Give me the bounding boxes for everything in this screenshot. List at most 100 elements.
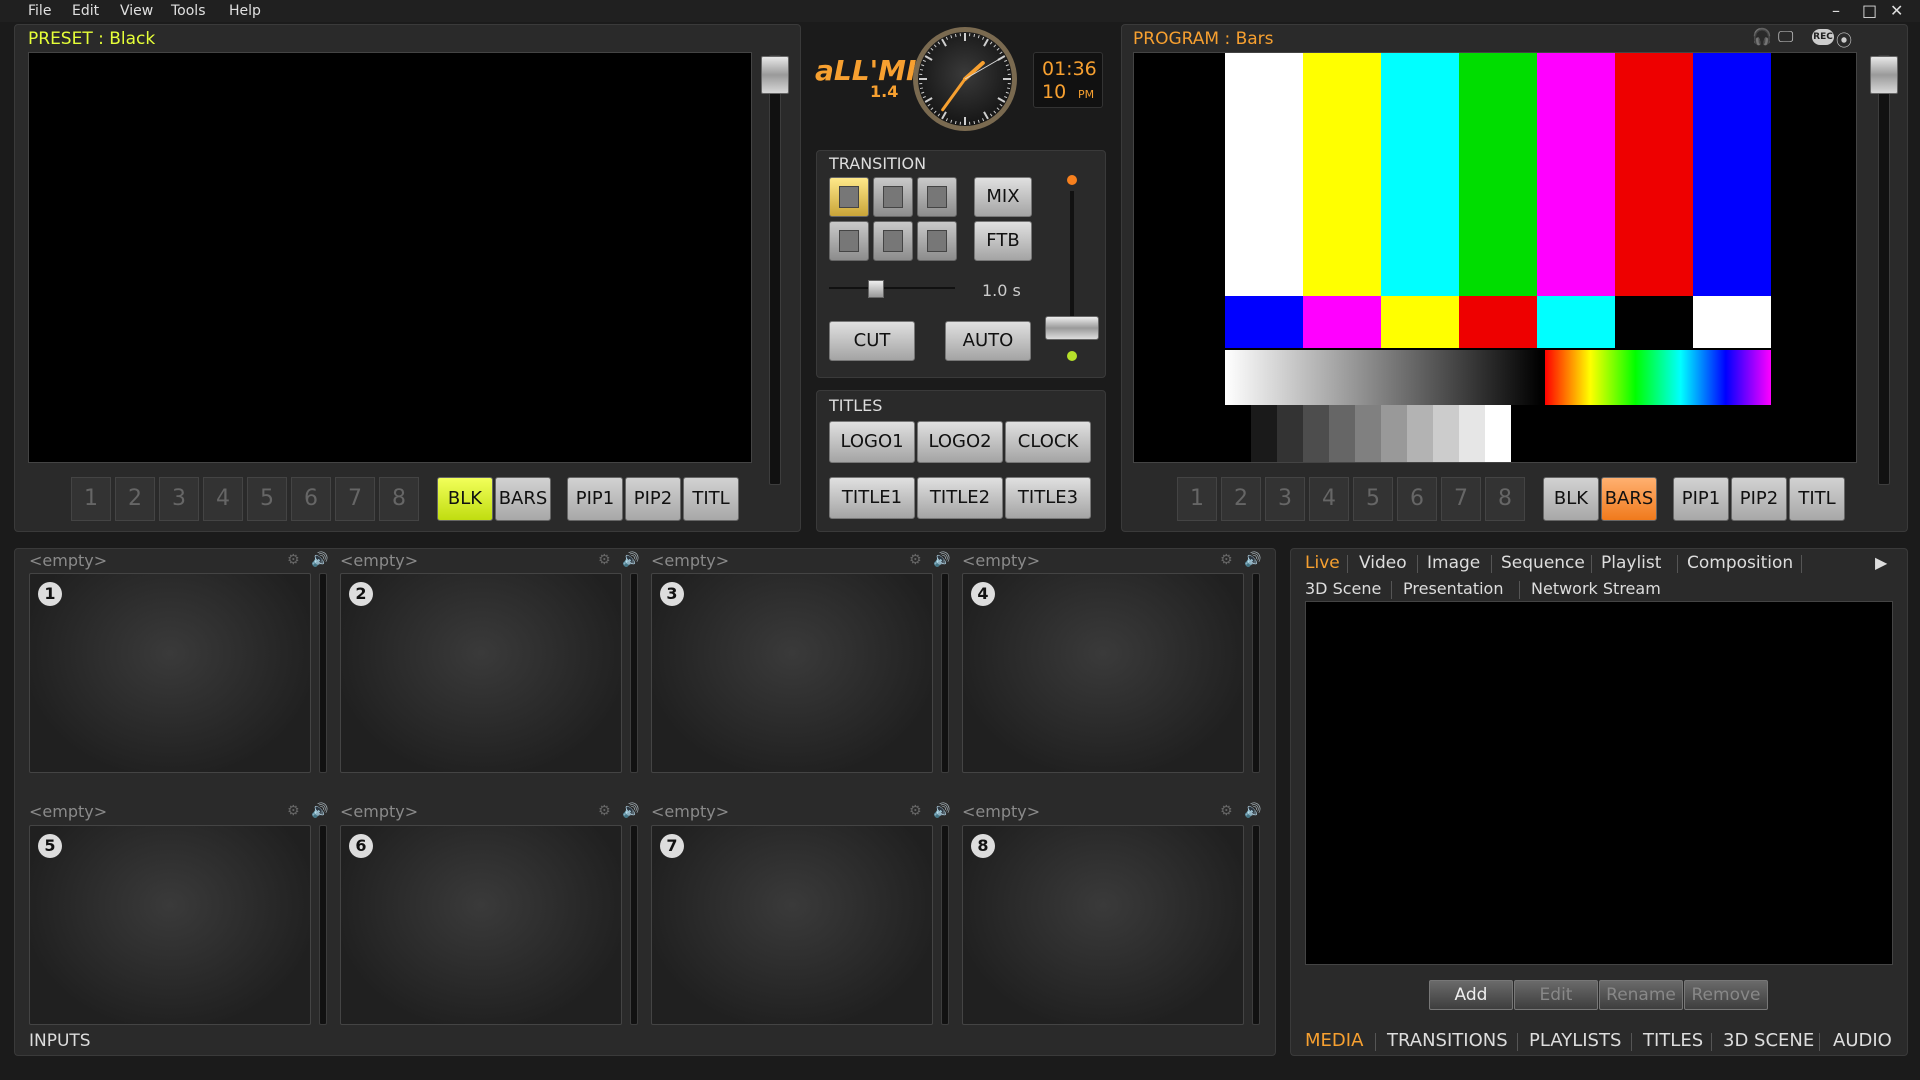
preset-bars-button[interactable]: BARS [495, 477, 551, 521]
transition-wipe-icon[interactable] [829, 177, 869, 217]
input-slot-4[interactable]: 4 [962, 573, 1244, 773]
preset-input-3[interactable]: 3 [159, 477, 199, 521]
program-bars-button[interactable]: BARS [1601, 477, 1657, 521]
slot-2-level[interactable] [630, 573, 638, 773]
menu-edit[interactable]: Edit [72, 3, 99, 19]
add-button[interactable]: Add [1429, 980, 1513, 1010]
bottom-tab-3d-scene[interactable]: 3D SCENE [1723, 1030, 1814, 1051]
slot-4-settings-icon[interactable]: ⚙ [1220, 552, 1233, 568]
remove-button[interactable]: Remove [1684, 980, 1768, 1010]
slot-2-settings-icon[interactable]: ⚙ [598, 552, 611, 568]
title3-button[interactable]: TITLE3 [1005, 477, 1091, 519]
slot-7-settings-icon[interactable]: ⚙ [909, 803, 922, 819]
program-input-3[interactable]: 3 [1265, 477, 1305, 521]
program-input-2[interactable]: 2 [1221, 477, 1261, 521]
slot-3-settings-icon[interactable]: ⚙ [909, 552, 922, 568]
bottom-tab-audio[interactable]: AUDIO [1833, 1030, 1892, 1051]
preset-audio-slider[interactable] [761, 55, 789, 485]
media-tab-live[interactable]: Live [1305, 553, 1340, 573]
menu-view[interactable]: View [120, 3, 153, 19]
slot-3-audio-icon[interactable]: 🔊 [933, 552, 950, 568]
rename-button[interactable]: Rename [1599, 980, 1683, 1010]
transition-door-icon[interactable] [873, 221, 913, 261]
duration-knob[interactable] [868, 280, 885, 298]
slot-6-settings-icon[interactable]: ⚙ [598, 803, 611, 819]
preset-input-6[interactable]: 6 [291, 477, 331, 521]
slot-5-settings-icon[interactable]: ⚙ [287, 803, 300, 819]
monitor-icon[interactable]: 🖵 [1778, 27, 1793, 47]
input-slot-8[interactable]: 8 [962, 825, 1244, 1025]
close-icon[interactable]: ✕ [1890, 1, 1903, 20]
slot-6-level[interactable] [630, 825, 638, 1025]
mix-button[interactable]: MIX [974, 177, 1032, 217]
edit-button[interactable]: Edit [1514, 980, 1598, 1010]
ftb-button[interactable]: FTB [974, 221, 1032, 261]
program-input-1[interactable]: 1 [1177, 477, 1217, 521]
slot-8-audio-icon[interactable]: 🔊 [1244, 803, 1261, 819]
media-tab-presentation[interactable]: Presentation [1403, 579, 1503, 598]
program-input-4[interactable]: 4 [1309, 477, 1349, 521]
preset-pip2-button[interactable]: PIP2 [625, 477, 681, 521]
preset-input-8[interactable]: 8 [379, 477, 419, 521]
input-slot-5[interactable]: 5 [29, 825, 311, 1025]
slot-5-audio-icon[interactable]: 🔊 [311, 803, 328, 819]
title2-button[interactable]: TITLE2 [917, 477, 1003, 519]
media-tab-composition[interactable]: Composition [1687, 553, 1793, 573]
program-pip2-button[interactable]: PIP2 [1731, 477, 1787, 521]
preset-pip1-button[interactable]: PIP1 [567, 477, 623, 521]
title1-button[interactable]: TITLE1 [829, 477, 915, 519]
bottom-tab-media[interactable]: MEDIA [1305, 1030, 1363, 1051]
program-input-8[interactable]: 8 [1485, 477, 1525, 521]
broadcast-icon[interactable]: ⦿ [1836, 27, 1852, 51]
tbar-handle[interactable] [1045, 316, 1099, 340]
slot-8-level[interactable] [1252, 825, 1260, 1025]
menu-help[interactable]: Help [229, 3, 261, 19]
minimize-icon[interactable]: – [1832, 1, 1840, 20]
rec-icon[interactable]: REC [1812, 29, 1834, 45]
slot-1-settings-icon[interactable]: ⚙ [287, 552, 300, 568]
duration-slider[interactable] [829, 277, 955, 299]
input-slot-1[interactable]: 1 [29, 573, 311, 773]
headphones-icon[interactable]: 🎧 [1752, 27, 1772, 46]
preset-input-2[interactable]: 2 [115, 477, 155, 521]
slot-3-level[interactable] [941, 573, 949, 773]
media-tab-sequence[interactable]: Sequence [1501, 553, 1585, 573]
slot-7-level[interactable] [941, 825, 949, 1025]
slot-1-audio-icon[interactable]: 🔊 [311, 552, 328, 568]
program-pip1-button[interactable]: PIP1 [1673, 477, 1729, 521]
media-tab-3d-scene[interactable]: 3D Scene [1305, 579, 1381, 598]
tbar-track[interactable] [1070, 191, 1074, 331]
bottom-tab-playlists[interactable]: PLAYLISTS [1529, 1030, 1621, 1051]
program-blk-button[interactable]: BLK [1543, 477, 1599, 521]
transition-push-icon[interactable] [829, 221, 869, 261]
cut-button[interactable]: CUT [829, 321, 915, 361]
tab-scroll-right-icon[interactable]: ▶ [1875, 553, 1887, 572]
slot-7-audio-icon[interactable]: 🔊 [933, 803, 950, 819]
preset-blk-button[interactable]: BLK [437, 477, 493, 521]
preset-input-5[interactable]: 5 [247, 477, 287, 521]
bottom-tab-titles[interactable]: TITLES [1643, 1030, 1703, 1051]
slot-4-audio-icon[interactable]: 🔊 [1244, 552, 1261, 568]
preset-input-7[interactable]: 7 [335, 477, 375, 521]
media-tab-network-stream[interactable]: Network Stream [1531, 579, 1661, 598]
preset-input-4[interactable]: 4 [203, 477, 243, 521]
slot-6-audio-icon[interactable]: 🔊 [622, 803, 639, 819]
preset-audio-knob[interactable] [761, 56, 789, 94]
transition-page-icon[interactable] [917, 221, 957, 261]
program-input-6[interactable]: 6 [1397, 477, 1437, 521]
program-titl-button[interactable]: TITL [1789, 477, 1845, 521]
input-slot-7[interactable]: 7 [651, 825, 933, 1025]
program-audio-slider[interactable] [1870, 55, 1898, 485]
slot-1-level[interactable] [319, 573, 327, 773]
slot-5-level[interactable] [319, 825, 327, 1025]
preset-titl-button[interactable]: TITL [683, 477, 739, 521]
menu-tools[interactable]: Tools [171, 3, 206, 19]
media-tab-video[interactable]: Video [1359, 553, 1407, 573]
clock-button[interactable]: CLOCK [1005, 421, 1091, 463]
slot-8-settings-icon[interactable]: ⚙ [1220, 803, 1233, 819]
program-audio-knob[interactable] [1870, 56, 1898, 94]
maximize-icon[interactable]: □ [1862, 1, 1877, 20]
transition-diagonal-icon[interactable] [917, 177, 957, 217]
input-slot-2[interactable]: 2 [340, 573, 622, 773]
program-input-5[interactable]: 5 [1353, 477, 1393, 521]
